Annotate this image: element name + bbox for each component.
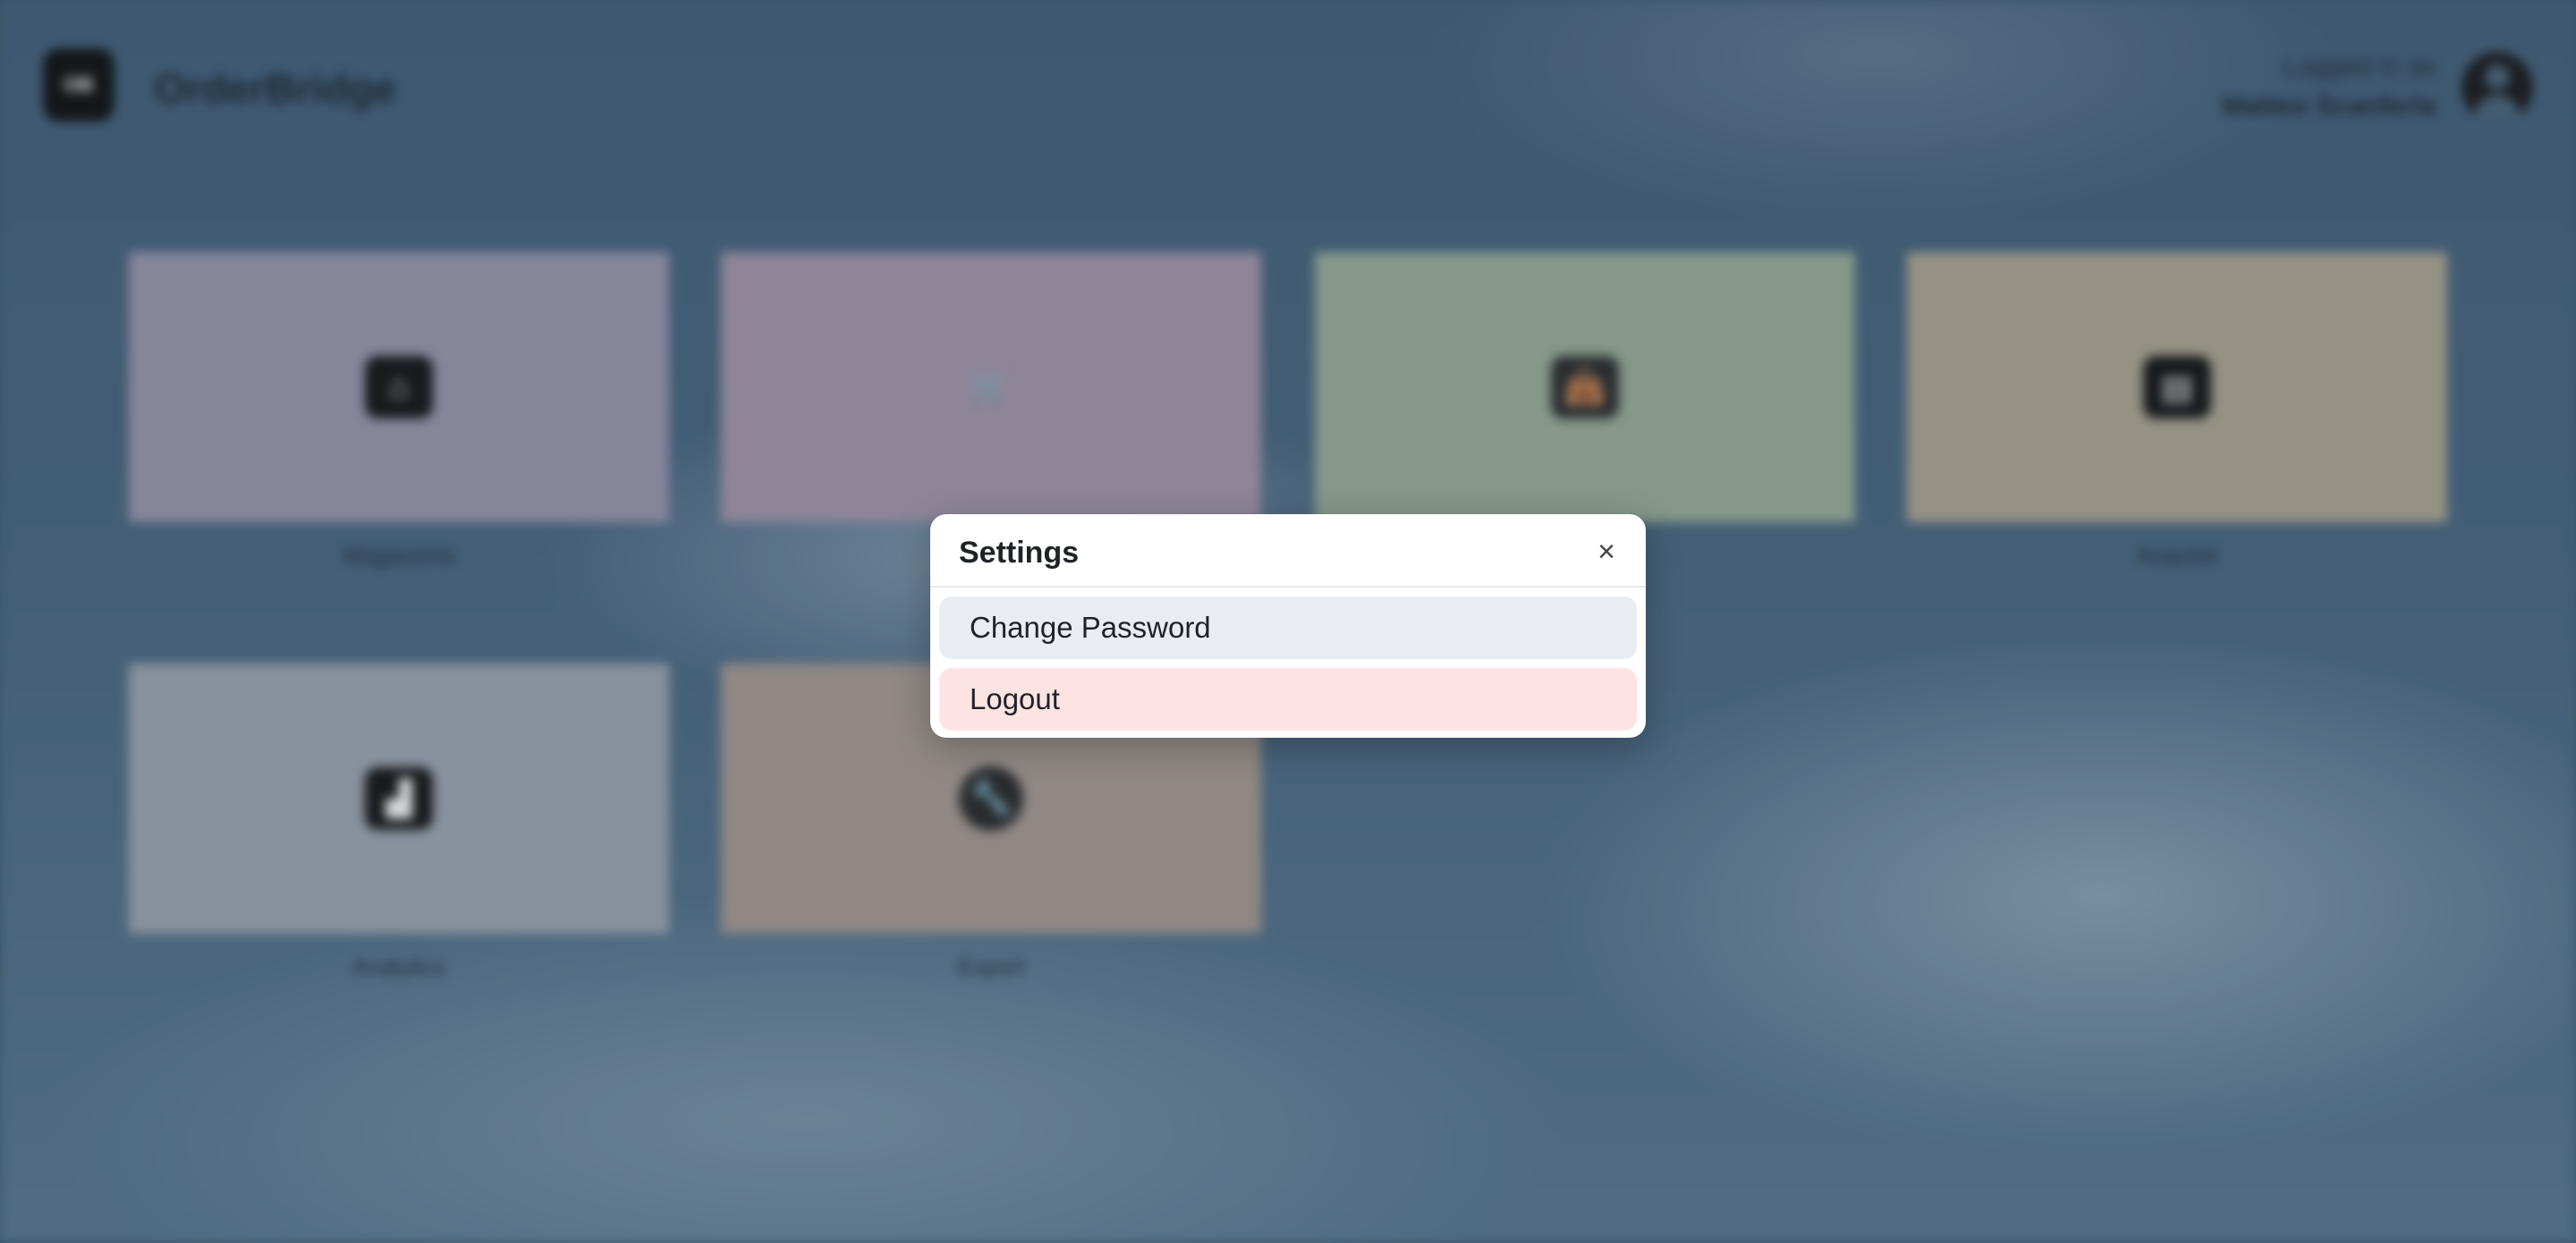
modal-header: Settings × xyxy=(930,514,1646,588)
modal-title: Settings xyxy=(959,536,1080,570)
logout-button[interactable]: Logout xyxy=(939,668,1637,731)
logout-label: Logout xyxy=(970,682,1060,715)
close-icon[interactable]: × xyxy=(1589,534,1624,570)
settings-modal: Settings × Change Password Logout xyxy=(930,514,1646,738)
change-password-button[interactable]: Change Password xyxy=(939,596,1637,659)
change-password-label: Change Password xyxy=(970,611,1211,644)
